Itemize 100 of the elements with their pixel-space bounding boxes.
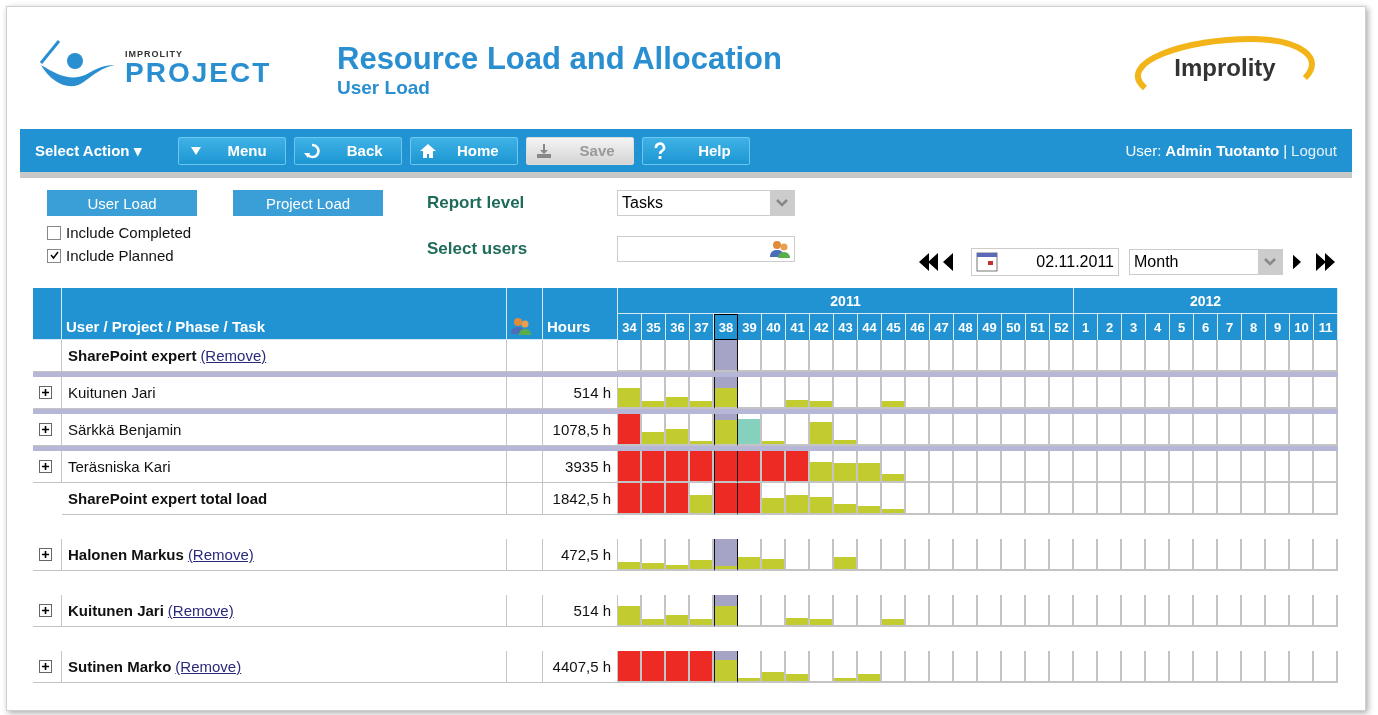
load-cell — [1290, 377, 1314, 409]
load-cell — [834, 340, 858, 372]
load-cell — [1122, 651, 1146, 683]
load-cell — [1026, 414, 1050, 446]
load-cell — [1050, 539, 1074, 571]
week-header: 35 — [642, 314, 666, 340]
load-cell — [1314, 651, 1338, 683]
load-cell — [906, 414, 930, 446]
toolbar-button[interactable]: Home — [409, 136, 518, 165]
load-cell — [1098, 451, 1122, 483]
load-cell — [978, 595, 1002, 627]
load-cell — [1122, 414, 1146, 446]
expand-icon[interactable] — [39, 386, 52, 399]
week-header: 34 — [618, 314, 642, 340]
load-cell — [1314, 483, 1338, 515]
report-level-select[interactable]: Tasks — [617, 190, 795, 216]
load-cell — [786, 340, 810, 372]
load-cell — [1242, 340, 1266, 372]
toolbar-button[interactable]: Help — [641, 136, 750, 165]
next-icon[interactable] — [1293, 252, 1335, 272]
checkbox[interactable] — [47, 248, 61, 263]
load-cell — [1194, 483, 1218, 515]
week-header: 2 — [1098, 314, 1122, 340]
remove-link[interactable]: (Remove) — [187, 546, 254, 563]
load-cell — [1026, 651, 1050, 683]
expand-icon[interactable] — [39, 548, 52, 561]
remove-link[interactable]: (Remove) — [175, 658, 242, 675]
load-cell — [1074, 377, 1098, 409]
toolbar-button[interactable]: Menu — [177, 136, 286, 165]
load-cell — [906, 651, 930, 683]
select-action-menu[interactable]: Select Action ▾ — [35, 141, 142, 160]
logout-link[interactable]: Logout — [1291, 142, 1337, 159]
load-view-button[interactable]: User Load — [47, 190, 197, 216]
week-header: 51 — [1026, 314, 1050, 340]
week-header: 41 — [786, 314, 810, 340]
remove-link[interactable]: (Remove) — [167, 602, 234, 619]
load-cell — [1266, 651, 1290, 683]
expand-icon[interactable] — [39, 423, 52, 436]
load-cell — [906, 340, 930, 372]
load-cell — [954, 451, 978, 483]
load-cell — [1218, 651, 1242, 683]
load-cell — [1026, 451, 1050, 483]
week-header: 47 — [930, 314, 954, 340]
week-header: 9 — [1266, 314, 1290, 340]
load-cell — [1314, 340, 1338, 372]
load-cell — [1074, 340, 1098, 372]
week-header: 4 — [1146, 314, 1170, 340]
select-users-field[interactable] — [617, 236, 795, 262]
load-cell — [1002, 451, 1026, 483]
load-cell — [1050, 414, 1074, 446]
users-icon[interactable] — [770, 240, 790, 258]
expand-icon[interactable] — [39, 660, 52, 673]
toolbar-button[interactable]: Back — [293, 136, 402, 165]
load-cell — [978, 539, 1002, 571]
load-cell — [1194, 539, 1218, 571]
load-cell — [1122, 595, 1146, 627]
week-header: 46 — [906, 314, 930, 340]
calendar-icon[interactable] — [976, 252, 998, 272]
load-cell — [930, 483, 954, 515]
load-cell — [1218, 414, 1242, 446]
load-cell — [1242, 539, 1266, 571]
load-cell — [1050, 451, 1074, 483]
checkbox[interactable] — [47, 225, 61, 240]
load-cell — [1146, 595, 1170, 627]
week-header: 8 — [1242, 314, 1266, 340]
load-cell — [1026, 377, 1050, 409]
user-name: Sutinen Marko — [68, 658, 172, 675]
expand-icon[interactable] — [39, 604, 52, 617]
brand-name: Improlity — [1174, 54, 1276, 82]
load-cell — [1050, 651, 1074, 683]
week-header: 36 — [666, 314, 690, 340]
date-field[interactable]: 02.11.2011 — [971, 248, 1119, 276]
load-view-button[interactable]: Project Load — [233, 190, 383, 216]
year-header: 2011 — [618, 288, 1074, 314]
load-cell — [930, 377, 954, 409]
load-cell — [882, 539, 906, 571]
table-cell — [507, 451, 543, 483]
load-cell — [954, 651, 978, 683]
load-cell — [1122, 377, 1146, 409]
load-cell — [1098, 377, 1122, 409]
remove-link[interactable]: (Remove) — [200, 347, 267, 364]
load-cell — [1074, 483, 1098, 515]
load-cell — [1290, 483, 1314, 515]
load-cell — [1170, 340, 1194, 372]
expand-icon[interactable] — [39, 460, 52, 473]
period-select[interactable]: Month — [1129, 249, 1283, 275]
load-cell — [1026, 340, 1050, 372]
week-header: 44 — [858, 314, 882, 340]
user-name: Halonen Markus — [68, 546, 184, 563]
separator: | — [1283, 142, 1288, 159]
load-cell — [1218, 377, 1242, 409]
week-header: 50 — [1002, 314, 1026, 340]
load-cell — [1290, 451, 1314, 483]
load-cell — [1146, 340, 1170, 372]
week-header: 38 — [714, 314, 738, 340]
load-cell — [1290, 414, 1314, 446]
load-cell — [954, 340, 978, 372]
load-cell — [1002, 483, 1026, 515]
load-cell — [1242, 595, 1266, 627]
date-value: 02.11.2011 — [1036, 253, 1114, 271]
